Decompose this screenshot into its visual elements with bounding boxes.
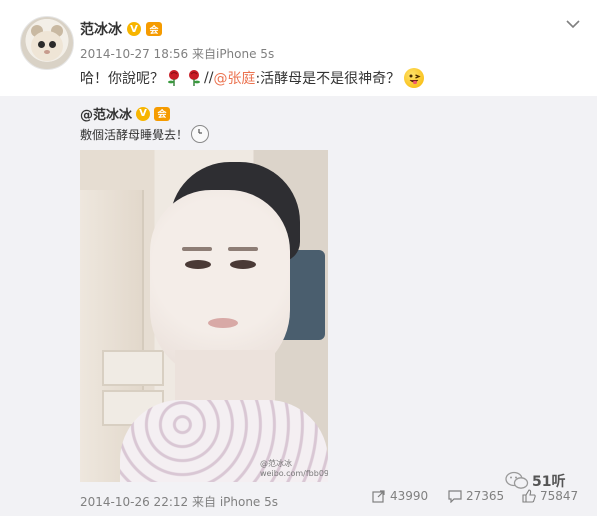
rose-icon [186,69,202,87]
thumbs-up-icon [522,489,536,503]
wechat-icon [505,471,529,489]
like-count: 75847 [540,489,579,503]
post-text: 哈！你說呢？ // @张庭 :活酵母是不是很神奇？ [80,68,425,88]
naughty-face-emoji-icon [404,68,425,88]
source-prefix: 来自 [191,47,216,61]
repost-separator: // [204,70,214,86]
post-text-main: 哈！你說呢？ [80,71,164,87]
forward-icon [372,490,385,503]
comment-action[interactable]: 27365 [448,489,504,503]
clock-icon [191,125,210,143]
member-badge-icon[interactable]: 会 [146,22,162,36]
repost-text-main: 敷個活酵母睡覺去！ [80,127,189,142]
avatar[interactable] [20,16,74,70]
verified-badge-icon: V [136,106,151,121]
watermark-logo: 51听 [505,471,565,491]
comment-icon [448,490,462,503]
repost-author-row: @范冰冰 V 会 [80,104,171,123]
repost-source: iPhone 5s [219,495,279,509]
repost-source-prefix: 来自 [191,495,216,509]
forward-action[interactable]: 43990 [372,489,428,503]
post-text-question: :活酵母是不是很神奇？ [255,71,401,87]
chevron-down-icon[interactable] [565,16,581,32]
repost-block: @范冰冰 V 会 敷個活酵母睡覺去！ @范冰冰 weibo.com/fbb09 … [0,96,597,516]
weibo-post: 范冰冰 V 会 2014-10-27 18:56 来自iPhone 5s 哈！你… [0,0,597,516]
author-name[interactable]: 范冰冰 [80,19,122,39]
member-badge-icon[interactable]: 会 [154,106,171,121]
repost-author-name[interactable]: @范冰冰 [80,104,132,123]
repost-text: 敷個活酵母睡覺去！ [80,125,210,143]
like-action[interactable]: 75847 [522,489,578,503]
repost-timestamp[interactable]: 2014-10-26 22:12 [80,495,188,509]
verified-badge-icon: V [127,22,141,36]
repost-meta: 2014-10-26 22:12 来自 iPhone 5s [80,493,278,510]
comment-count: 27365 [466,489,505,503]
mention-link[interactable]: @张庭 [213,68,255,88]
post-source: iPhone 5s [215,47,275,61]
logo-text: 51听 [532,474,566,490]
photo-watermark: @范冰冰 weibo.com/fbb0916 [260,459,328,478]
post-meta: 2014-10-27 18:56 来自iPhone 5s [80,45,274,62]
repost-photo[interactable]: @范冰冰 weibo.com/fbb0916 [80,150,328,482]
forward-count: 43990 [390,489,429,503]
author-row: 范冰冰 V 会 [80,19,162,39]
post-timestamp[interactable]: 2014-10-27 18:56 [80,47,188,61]
rose-icon [166,69,182,87]
